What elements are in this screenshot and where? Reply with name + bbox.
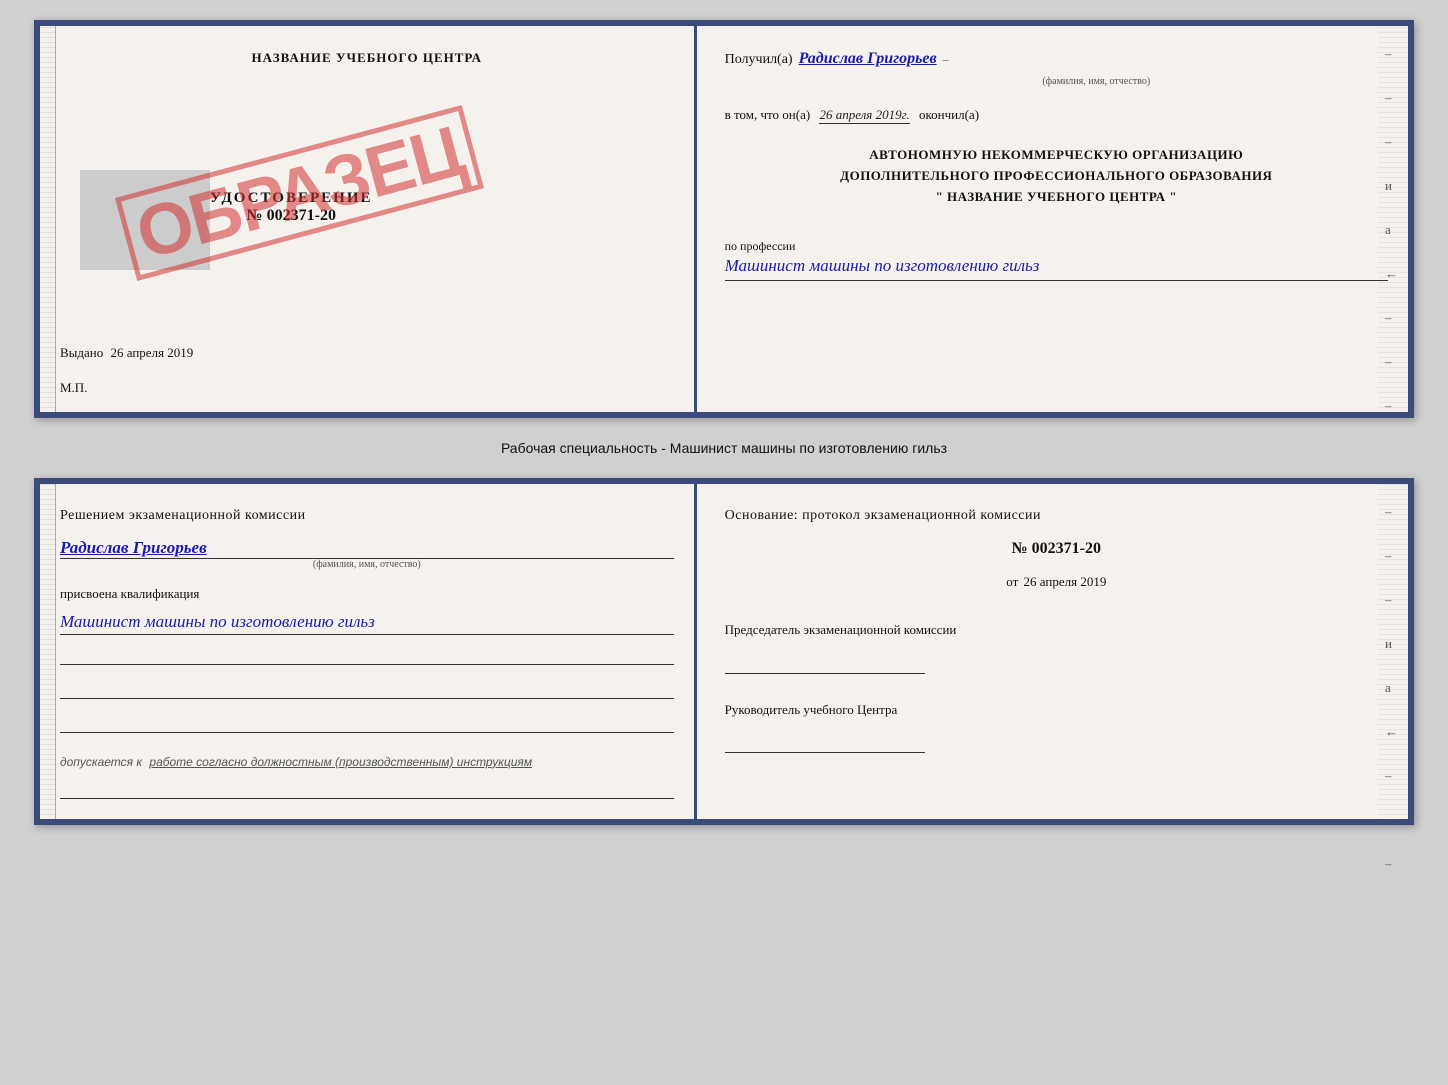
allowed-italic: работе согласно должностным (производств… (149, 755, 532, 769)
blank-line-2 (60, 681, 674, 699)
issued-label: Выдано (60, 345, 103, 360)
protocol-date-prefix: от (1006, 574, 1018, 589)
profession-value: Машинист машины по изготовлению гильз (725, 254, 1388, 281)
date-line: в том, что он(а) 26 апреля 2019г. окончи… (725, 107, 1388, 123)
cert-title-block: УДОСТОВЕРЕНИЕ № 002371-20 (210, 190, 373, 225)
doc1-school-name: НАЗВАНИЕ УЧЕБНОГО ЦЕНТРА (60, 50, 674, 66)
blank-line-3 (60, 715, 674, 733)
org-block: АВТОНОМНУЮ НЕКОММЕРЧЕСКУЮ ОРГАНИЗАЦИЮ ДО… (725, 145, 1388, 207)
org-line1: АВТОНОМНУЮ НЕКОММЕРЧЕСКУЮ ОРГАНИЗАЦИЮ (725, 145, 1388, 166)
allowed-prefix: допускается к (60, 755, 142, 769)
protocol-date: от 26 апреля 2019 (725, 574, 1388, 590)
cert-word: УДОСТОВЕРЕНИЕ (210, 190, 373, 207)
date-prefix: в том, что он(а) (725, 107, 811, 122)
issued-date: 26 апреля 2019 (111, 345, 194, 360)
basis-title: Основание: протокол экзаменационной коми… (725, 508, 1388, 524)
decision-text: Решением экзаменационной комиссии (60, 508, 674, 524)
doc1-right: Получил(а) Радислав Григорьев – (фамилия… (697, 26, 1408, 412)
date-value: 26 апреля 2019г. (819, 107, 909, 124)
mp-line: М.П. (60, 380, 674, 396)
recipient-prefix: Получил(а) (725, 52, 793, 68)
allowed-text: допускается к работе согласно должностны… (60, 755, 674, 769)
date-suffix: окончил(а) (919, 107, 979, 122)
person-name-2: Радислав Григорьев (60, 538, 674, 559)
document-1: НАЗВАНИЕ УЧЕБНОГО ЦЕНТРА УДОСТОВЕРЕНИЕ №… (34, 20, 1414, 418)
qualification-value: Машинист машины по изготовлению гильз (60, 610, 674, 635)
blank-line-1 (60, 647, 674, 665)
doc2-right: Основание: протокол экзаменационной коми… (697, 484, 1408, 819)
textured-side (1378, 26, 1408, 412)
document-2: Решением экзаменационной комиссии Радисл… (34, 478, 1414, 825)
cert-number: № 002371-20 (210, 207, 373, 225)
fio-small-2: (фамилия, имя, отчество) (60, 559, 674, 570)
chairman-sig-line (725, 654, 925, 674)
textured-side-2 (1378, 484, 1408, 819)
director-label: Руководитель учебного Центра (725, 700, 1388, 720)
org-line3: " НАЗВАНИЕ УЧЕБНОГО ЦЕНТРА " (725, 187, 1388, 208)
chairman-label: Председатель экзаменационной комиссии (725, 620, 1388, 640)
recipient-name: Радислав Григорьев (799, 50, 937, 68)
org-line2: ДОПОЛНИТЕЛЬНОГО ПРОФЕССИОНАЛЬНОГО ОБРАЗО… (725, 166, 1388, 187)
blank-line-4 (60, 781, 674, 799)
protocol-date-value: 26 апреля 2019 (1024, 574, 1107, 589)
fio-subtitle-1: (фамилия, имя, отчество) (805, 76, 1388, 87)
doc1-left: НАЗВАНИЕ УЧЕБНОГО ЦЕНТРА УДОСТОВЕРЕНИЕ №… (40, 26, 697, 412)
specialty-label: Рабочая специальность - Машинист машины … (501, 436, 947, 460)
issued-line: Выдано 26 апреля 2019 (60, 345, 193, 360)
protocol-number: № 002371-20 (725, 540, 1388, 558)
profession-label: по профессии (725, 239, 1388, 254)
photo-placeholder (80, 170, 210, 270)
director-sig-line (725, 733, 925, 753)
doc2-spine (40, 484, 56, 819)
doc2-left: Решением экзаменационной комиссии Радисл… (40, 484, 697, 819)
assigned-label: присвоена квалификация (60, 586, 674, 602)
